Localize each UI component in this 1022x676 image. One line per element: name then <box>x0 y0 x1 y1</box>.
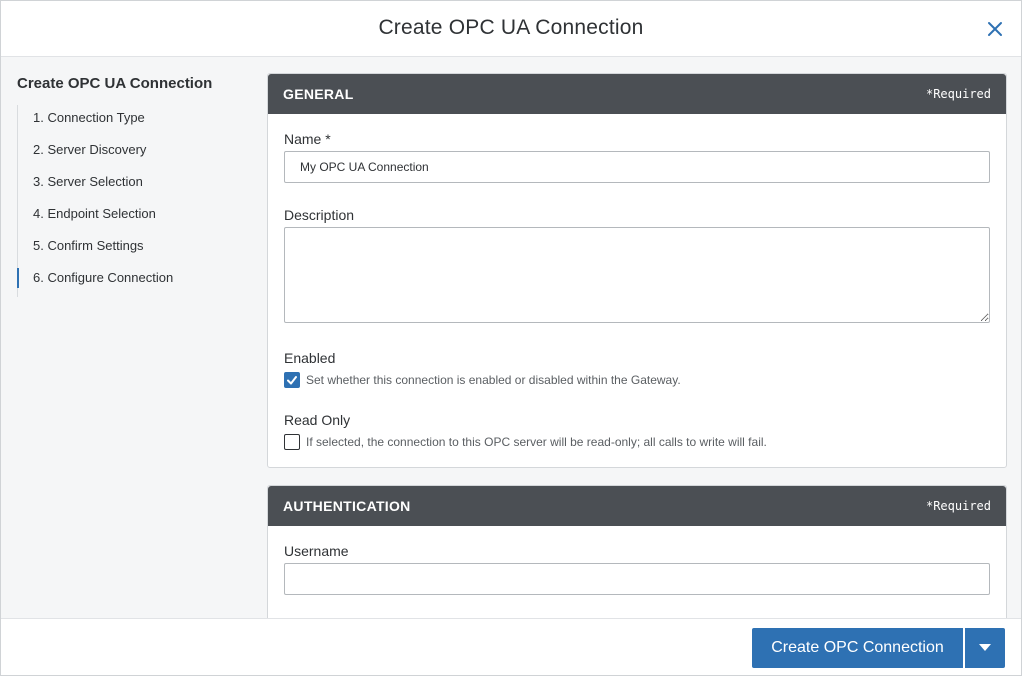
step-endpoint-selection[interactable]: 4. Endpoint Selection <box>18 201 247 233</box>
caret-down-icon <box>979 644 991 651</box>
close-icon[interactable] <box>985 19 1005 39</box>
description-label: Description <box>284 207 355 223</box>
create-options-dropdown[interactable] <box>965 628 1005 668</box>
enabled-label: Enabled <box>284 350 336 366</box>
create-connection-dialog: Create OPC UA Connection Create OPC UA C… <box>0 0 1022 676</box>
wizard-sidebar: Create OPC UA Connection 1. Connection T… <box>17 73 247 297</box>
step-server-discovery[interactable]: 2. Server Discovery <box>18 137 247 169</box>
step-server-selection[interactable]: 3. Server Selection <box>18 169 247 201</box>
step-connection-type[interactable]: 1. Connection Type <box>18 105 247 137</box>
dialog-title: Create OPC UA Connection <box>378 16 644 39</box>
authentication-section-header: AUTHENTICATION *Required <box>268 486 1006 526</box>
readonly-checkbox[interactable] <box>284 434 300 450</box>
wizard-steps: 1. Connection Type 2. Server Discovery 3… <box>17 105 247 297</box>
name-label: Name * <box>284 131 331 147</box>
description-textarea[interactable] <box>284 227 990 323</box>
name-input[interactable] <box>284 151 990 183</box>
checkmark-icon <box>287 376 297 385</box>
section-title: GENERAL <box>283 86 354 102</box>
authentication-section: AUTHENTICATION *Required Username <box>267 485 1007 619</box>
required-note: *Required <box>925 499 991 513</box>
enabled-description: Set whether this connection is enabled o… <box>306 373 681 387</box>
required-note: *Required <box>925 87 991 101</box>
form-content[interactable]: GENERAL *Required Name * Description Ena… <box>267 73 1007 619</box>
section-title: AUTHENTICATION <box>283 498 411 514</box>
enabled-checkbox[interactable] <box>284 372 300 388</box>
dialog-header: Create OPC UA Connection <box>1 1 1021 57</box>
readonly-label: Read Only <box>284 412 351 428</box>
create-connection-button[interactable]: Create OPC Connection <box>752 628 963 668</box>
dialog-footer: Create OPC Connection <box>1 618 1021 675</box>
username-input[interactable] <box>284 563 990 595</box>
readonly-description: If selected, the connection to this OPC … <box>306 435 767 449</box>
general-section-header: GENERAL *Required <box>268 74 1006 114</box>
step-confirm-settings[interactable]: 5. Confirm Settings <box>18 233 247 265</box>
general-section: GENERAL *Required Name * Description Ena… <box>267 73 1007 468</box>
sidebar-title: Create OPC UA Connection <box>17 75 213 92</box>
username-label: Username <box>284 543 349 559</box>
step-configure-connection[interactable]: 6. Configure Connection <box>17 265 247 297</box>
